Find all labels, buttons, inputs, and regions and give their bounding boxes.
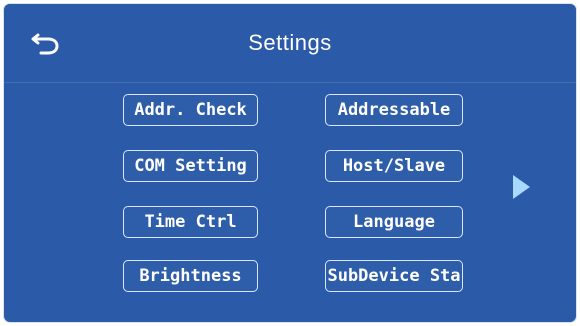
host-slave-label: Host/Slave xyxy=(342,156,446,176)
page-title: Settings xyxy=(248,30,332,55)
time-ctrl-button[interactable]: Time Ctrl xyxy=(123,206,258,238)
header-bar: Settings xyxy=(4,4,576,82)
settings-screen: Settings Addr. Check Addressable COM Set… xyxy=(4,4,576,322)
host-slave-button[interactable]: Host/Slave xyxy=(325,150,463,182)
com-setting-button[interactable]: COM Setting xyxy=(123,150,258,182)
brightness-label: Brightness xyxy=(139,266,242,286)
com-setting-label: COM Setting xyxy=(134,156,247,176)
language-button[interactable]: Language xyxy=(325,206,463,238)
addressable-label: Addressable xyxy=(337,100,451,120)
language-label: Language xyxy=(353,212,435,232)
time-ctrl-label: Time Ctrl xyxy=(144,212,237,232)
brightness-button[interactable]: Brightness xyxy=(123,260,258,292)
subdevice-label: SubDevice Sta xyxy=(327,266,461,286)
header-divider xyxy=(4,82,576,83)
addr-check-button[interactable]: Addr. Check xyxy=(123,94,258,126)
addressable-button[interactable]: Addressable xyxy=(325,94,463,126)
subdevice-button[interactable]: SubDevice Sta xyxy=(325,260,463,292)
addr-check-label: Addr. Check xyxy=(134,100,247,120)
play-right-icon[interactable] xyxy=(509,172,533,202)
